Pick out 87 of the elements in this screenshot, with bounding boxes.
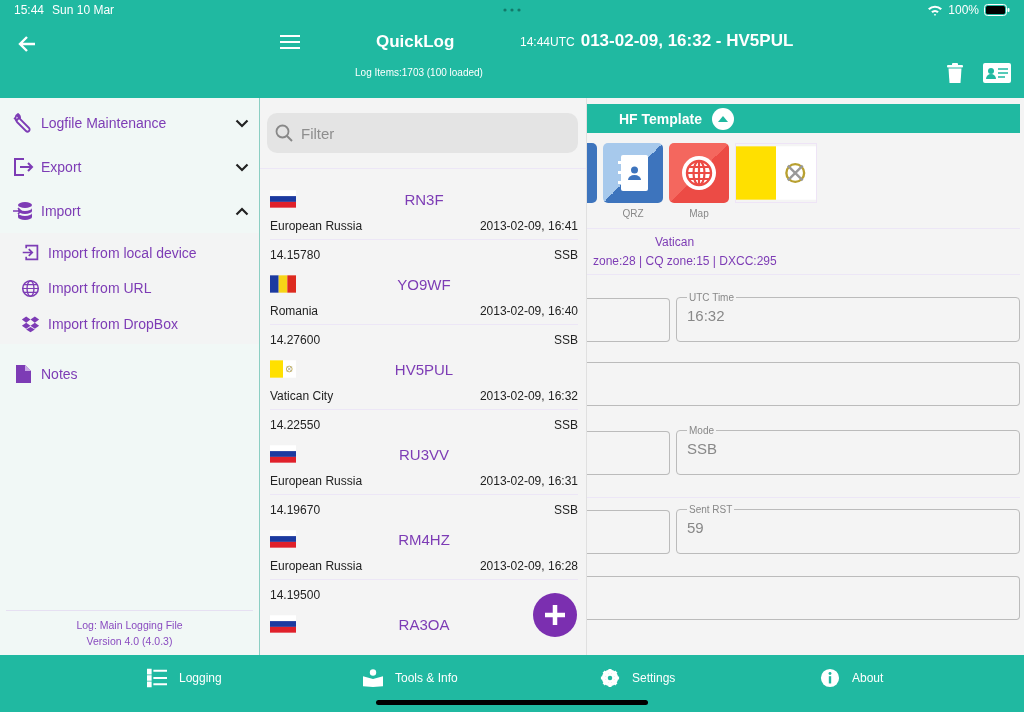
plus-icon: [543, 603, 567, 627]
input-field[interactable]: Mode SSB: [676, 425, 1020, 475]
contact-title: 013-02-09, 16:32 - HV5PUL: [580, 31, 794, 51]
dropbox-icon: [21, 314, 40, 334]
globe-icon: [21, 278, 40, 298]
country-name: European Russia: [270, 559, 363, 573]
sidebar-item[interactable]: Logfile Maintenance: [0, 101, 259, 145]
country-name: Vatican: [655, 235, 696, 249]
globe-icon: [681, 155, 717, 191]
zone-info: zone:28 | CQ zone:15 | DXCC:295: [593, 254, 778, 268]
list-icon: [147, 667, 167, 688]
status-time: 15:44: [14, 3, 45, 17]
russia-flag-icon: [270, 190, 296, 208]
address-book-icon: [618, 155, 648, 191]
russia-flag-icon: [270, 530, 296, 548]
sidebar-item[interactable]: Export: [0, 145, 259, 189]
callsign[interactable]: HV5PUL: [394, 360, 454, 378]
tile-label: Map: [689, 208, 709, 219]
menu-button[interactable]: [280, 34, 300, 50]
contact-datetime: 2013-02-09, 16:41: [479, 219, 578, 233]
country-name: European Russia: [270, 474, 363, 488]
info-icon: [820, 667, 840, 688]
callsign[interactable]: RA3OA: [398, 615, 450, 633]
input-field[interactable]: [587, 576, 1020, 620]
sidebar-subitem[interactable]: Import from URL: [0, 270, 259, 306]
wifi-icon: [927, 4, 944, 16]
callsign[interactable]: YO9WF: [397, 275, 451, 293]
sidebar-subitem[interactable]: Import from local device: [0, 235, 259, 271]
app-tile[interactable]: [587, 143, 597, 203]
vatican-flag-icon: [270, 360, 296, 378]
contact-datetime: 2013-02-09, 16:28: [479, 559, 578, 573]
log-items-count: Log Items:1703 (100 loaded): [355, 67, 483, 78]
country-name: European Russia: [270, 219, 363, 233]
contact-datetime: 2013-02-09, 16:32: [479, 389, 578, 403]
add-button[interactable]: [533, 593, 577, 637]
mode: SSB: [554, 503, 578, 517]
battery-percent: 100%: [948, 3, 979, 17]
frequency: 14.15780: [270, 248, 321, 262]
status-date: Sun 10 Mar: [52, 3, 115, 17]
country-name: Romania: [270, 304, 319, 318]
tile-label: QRZ: [622, 208, 644, 219]
sidebar-item[interactable]: Import: [0, 189, 259, 233]
callsign[interactable]: RM4HZ: [398, 530, 450, 548]
mode: SSB: [554, 418, 578, 432]
utc-clock: 14:44UTC: [520, 35, 575, 49]
country-name: Vatican City: [270, 389, 334, 403]
vatican-flag-icon: [736, 144, 816, 202]
mode: SSB: [554, 333, 578, 347]
battery-icon: [984, 4, 1010, 16]
frequency: 14.27600: [270, 333, 321, 347]
input-field[interactable]: Sent RST 59: [676, 504, 1020, 554]
delete-button[interactable]: [947, 63, 963, 83]
filter-field[interactable]: Filter: [267, 113, 578, 153]
sidebar-subitem[interactable]: Import from DropBox: [0, 306, 259, 342]
frequency: 14.19500: [270, 588, 321, 602]
romania-flag-icon: [270, 275, 296, 293]
globe-tile[interactable]: [669, 143, 729, 203]
database-import-icon: [12, 200, 34, 222]
book-icon: [363, 667, 383, 688]
frequency: 14.19670: [270, 503, 321, 517]
callsign[interactable]: RU3VV: [399, 445, 449, 463]
log-file-info: Version 4.0 (4.0.3): [86, 635, 173, 647]
contact-card-button[interactable]: [983, 63, 1011, 83]
contact-datetime: 2013-02-09, 16:31: [479, 474, 578, 488]
russia-flag-icon: [270, 445, 296, 463]
log-file-info: Log: Main Logging File: [76, 619, 183, 631]
input-field[interactable]: [587, 298, 670, 342]
filter-input[interactable]: Filter: [299, 123, 539, 143]
input-field[interactable]: UTC Time 16:32: [676, 292, 1020, 342]
export-icon: [12, 156, 34, 178]
contact-datetime: 2013-02-09, 16:40: [479, 304, 578, 318]
input-field[interactable]: [587, 431, 670, 475]
input-field[interactable]: [587, 510, 670, 554]
russia-flag-icon: [270, 615, 296, 633]
frequency: 14.22550: [270, 418, 321, 432]
settings-icon: [600, 667, 620, 688]
mode: SSB: [554, 248, 578, 262]
address-book-tile[interactable]: [603, 143, 663, 203]
app-title: QuickLog: [376, 32, 455, 52]
search-icon: [275, 124, 293, 142]
input-field[interactable]: [587, 362, 1020, 406]
sidebar-item[interactable]: Notes: [0, 351, 259, 396]
callsign[interactable]: RN3F: [404, 190, 444, 208]
wrench-icon: [12, 112, 34, 134]
file-import-icon: [21, 243, 40, 263]
more-dots-icon: [502, 8, 522, 12]
back-button[interactable]: [17, 34, 37, 54]
